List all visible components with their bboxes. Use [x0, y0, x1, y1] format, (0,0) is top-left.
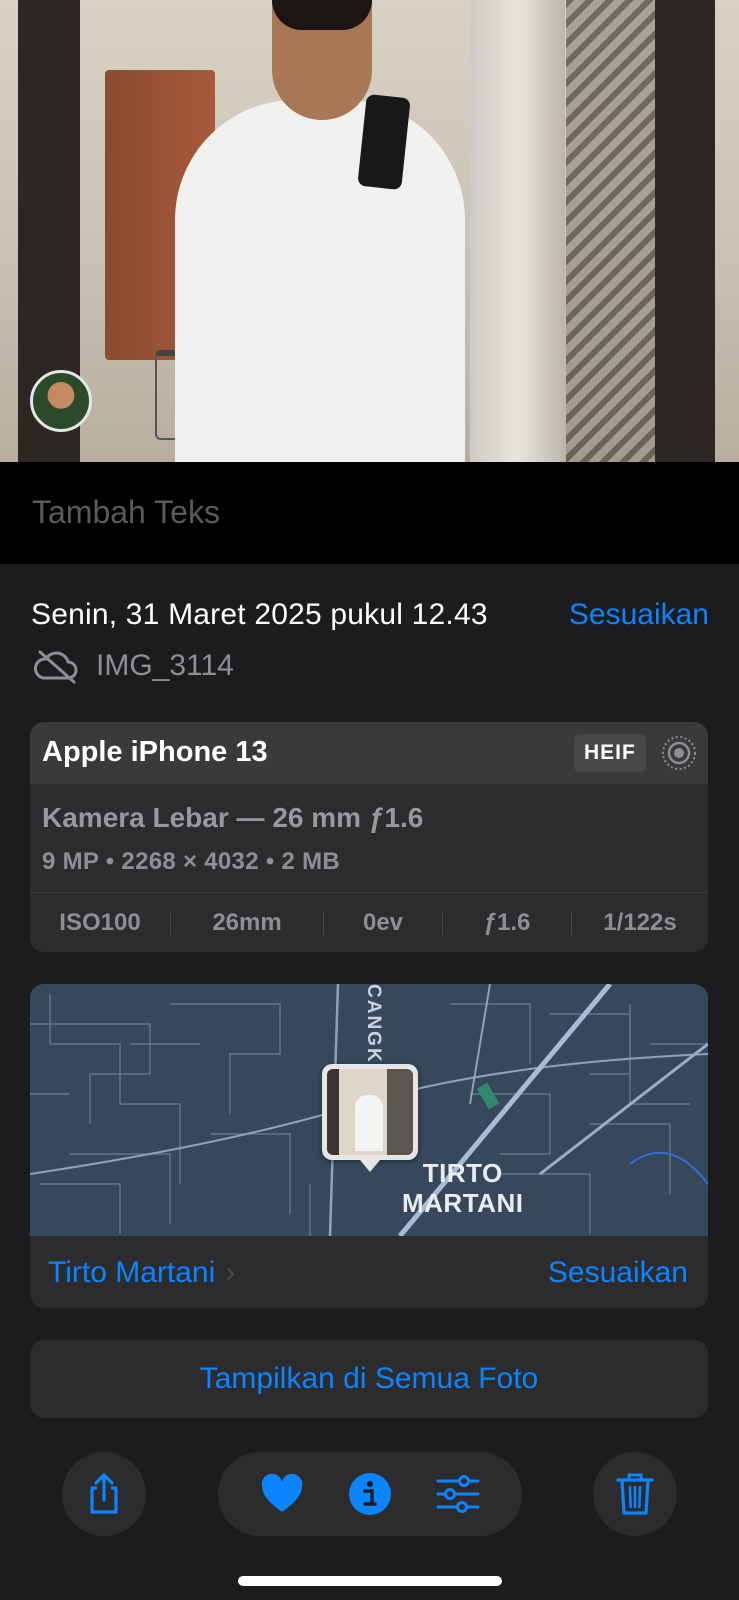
- exif-aperture: ƒ1.6: [483, 908, 531, 936]
- cloud-off-icon: [34, 650, 78, 684]
- pin-thumbnail: [327, 1069, 413, 1155]
- photo-location-pin[interactable]: [322, 1064, 418, 1160]
- device-name: Apple iPhone 13: [42, 736, 268, 768]
- curtain: [470, 0, 565, 462]
- place-label: TIRTO MARTANI: [402, 1158, 523, 1218]
- camera-info-card: Apple iPhone 13 HEIF Kamera Lebar — 26 m…: [30, 722, 708, 952]
- edit-button[interactable]: [428, 1464, 488, 1524]
- person-body: [175, 100, 465, 462]
- trash-icon: [616, 1473, 654, 1515]
- favorite-button[interactable]: [252, 1464, 312, 1524]
- image-specs: 9 MP • 2268 × 4032 • 2 MB: [42, 848, 341, 875]
- adjust-location-button[interactable]: Sesuaikan: [548, 1256, 688, 1290]
- adjust-sliders-icon: [436, 1475, 480, 1513]
- person-hair: [272, 0, 372, 30]
- photo-date: Senin, 31 Maret 2025 pukul 12.43: [31, 598, 488, 631]
- face-avatar[interactable]: [30, 370, 92, 432]
- heart-icon: [261, 1474, 303, 1512]
- exif-exposure: 0ev: [362, 908, 404, 936]
- info-icon: [349, 1473, 391, 1515]
- show-in-all-photos-button[interactable]: Tampilkan di Semua Foto: [30, 1340, 708, 1418]
- adjust-date-button[interactable]: Sesuaikan: [569, 598, 709, 632]
- lens-info: Kamera Lebar — 26 mm ƒ1.6: [42, 802, 424, 833]
- share-button[interactable]: [62, 1452, 146, 1536]
- delete-button[interactable]: [593, 1452, 677, 1536]
- home-indicator[interactable]: [238, 1576, 502, 1586]
- share-icon: [90, 1473, 118, 1514]
- location-footer: Tirto Martani › Sesuaikan: [30, 1236, 708, 1308]
- mirror-frame-right: [655, 0, 715, 462]
- exif-iso: ISO100: [59, 908, 141, 936]
- add-caption-placeholder[interactable]: Tambah Teks: [32, 494, 220, 531]
- info-button[interactable]: [340, 1464, 400, 1524]
- location-map[interactable]: CANGK TIRTO MARTANI: [30, 984, 708, 1236]
- camera-card-header: Apple iPhone 13 HEIF: [30, 722, 708, 784]
- location-card: CANGK TIRTO MARTANI Tirto Martani › Sesu…: [30, 984, 708, 1308]
- place-label-line1: TIRTO: [422, 1158, 503, 1188]
- street-label: CANGK: [363, 984, 384, 1064]
- chevron-right-icon: ›: [225, 1256, 236, 1289]
- gate: [566, 0, 656, 462]
- place-label-line2: MARTANI: [402, 1188, 524, 1218]
- exif-shutter: 1/122s: [603, 908, 677, 936]
- file-name: IMG_3114: [96, 649, 234, 682]
- pin-pointer: [360, 1160, 380, 1172]
- photo-preview[interactable]: [0, 0, 739, 462]
- location-name[interactable]: Tirto Martani: [48, 1256, 215, 1290]
- exif-row: ISO100 26mm 0ev ƒ1.6 1/122s: [30, 892, 708, 952]
- format-badge: HEIF: [574, 734, 646, 772]
- live-photo-icon: [662, 736, 696, 770]
- exif-focal-length: 26mm: [212, 908, 282, 936]
- file-row: IMG_3114: [32, 648, 234, 684]
- photo-actions-group: [218, 1452, 522, 1536]
- location-link[interactable]: Tirto Martani ›: [48, 1256, 235, 1290]
